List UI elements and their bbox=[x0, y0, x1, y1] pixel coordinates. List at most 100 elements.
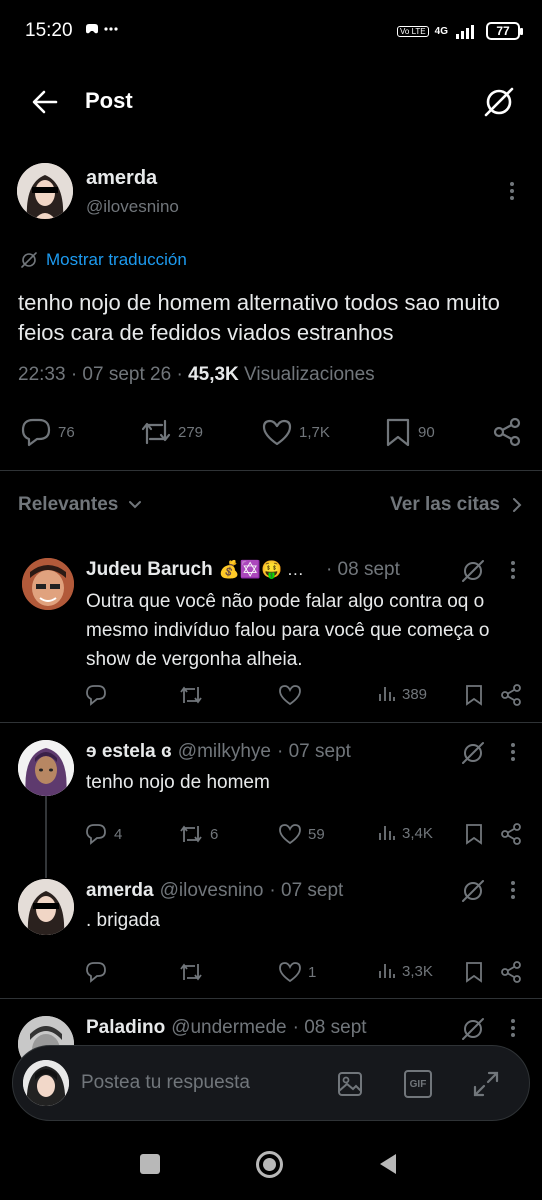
reply-avatar-3[interactable] bbox=[18, 879, 74, 935]
share-button[interactable] bbox=[492, 417, 522, 447]
system-nav-bar bbox=[0, 1130, 542, 1200]
reply-1-reply-button[interactable] bbox=[84, 683, 108, 707]
like-button[interactable]: 1,7K bbox=[261, 417, 330, 447]
reply-avatar-1[interactable] bbox=[22, 558, 74, 610]
share-icon bbox=[501, 684, 521, 706]
bookmark-icon bbox=[466, 685, 482, 706]
reply-2-like-button[interactable]: 59 bbox=[278, 822, 325, 846]
reply-1-bookmark-button[interactable] bbox=[464, 684, 484, 706]
sort-dropdown[interactable]: Relevantes bbox=[18, 494, 142, 516]
chevron-down-icon bbox=[129, 501, 142, 509]
show-translation-link[interactable]: Mostrar traducción bbox=[20, 250, 187, 270]
views-count: 3,4K bbox=[402, 824, 433, 842]
reply-2-repost-button[interactable]: 6 bbox=[178, 822, 218, 846]
reply-avatar-2[interactable] bbox=[18, 740, 74, 796]
repost-button[interactable]: 279 bbox=[140, 417, 203, 447]
add-gif-button[interactable]: GIF bbox=[404, 1070, 432, 1098]
reply-2-bookmark-button[interactable] bbox=[464, 823, 484, 845]
back-nav-button[interactable] bbox=[378, 1152, 398, 1176]
reply-icon bbox=[86, 962, 106, 983]
bookmark-count: 90 bbox=[418, 423, 435, 441]
reply-author-name[interactable]: amerda bbox=[86, 880, 154, 902]
views-icon bbox=[379, 826, 395, 840]
gamepad-icon bbox=[86, 24, 118, 34]
grok-button[interactable] bbox=[482, 85, 516, 119]
reply-3-bookmark-button[interactable] bbox=[464, 961, 484, 983]
reply-author-name[interactable]: Judeu Baruch bbox=[86, 559, 213, 581]
reply-more-button[interactable] bbox=[508, 560, 518, 582]
post-views-label[interactable]: Visualizaciones bbox=[239, 364, 375, 385]
volte-badge: Vo LTE bbox=[397, 25, 429, 37]
reply-3-reply-button[interactable] bbox=[84, 960, 108, 984]
reply-composer[interactable]: Postea tu respuesta GIF bbox=[12, 1045, 530, 1121]
divider bbox=[0, 998, 542, 999]
post-more-button[interactable] bbox=[506, 180, 518, 204]
reply-grok-button[interactable] bbox=[460, 1016, 486, 1042]
reply-input[interactable]: Postea tu respuesta bbox=[81, 1072, 250, 1094]
reply-author-handle[interactable]: @undermede bbox=[171, 1017, 286, 1039]
reply-more-button[interactable] bbox=[508, 880, 518, 902]
reply-author-name[interactable]: Paladino bbox=[86, 1017, 165, 1039]
reply-button[interactable]: 76 bbox=[20, 417, 75, 447]
reply-1-like-button[interactable] bbox=[278, 683, 302, 707]
bookmark-icon bbox=[466, 962, 482, 983]
like-count: 1,7K bbox=[299, 423, 330, 441]
status-time: 15:20 bbox=[25, 20, 73, 41]
grok-icon bbox=[462, 742, 484, 764]
bookmark-icon bbox=[386, 418, 410, 447]
post-author-avatar[interactable] bbox=[17, 163, 73, 219]
heart-icon bbox=[279, 685, 301, 706]
page-title: Post bbox=[85, 88, 133, 113]
reply-text: . brigada bbox=[86, 910, 160, 931]
divider bbox=[0, 722, 542, 723]
reply-more-button[interactable] bbox=[508, 1018, 518, 1040]
bookmark-button[interactable]: 90 bbox=[384, 417, 435, 447]
reply-1-share-button[interactable] bbox=[500, 684, 522, 706]
reply-3-like-button[interactable]: 1 bbox=[278, 960, 316, 984]
home-button[interactable] bbox=[256, 1151, 283, 1178]
bookmark-icon bbox=[466, 824, 482, 845]
reply-1-repost-button[interactable] bbox=[178, 683, 204, 707]
reply-time: · 08 sept bbox=[292, 1017, 367, 1038]
reply-grok-button[interactable] bbox=[460, 558, 486, 584]
view-quotes-link[interactable]: Ver las citas bbox=[390, 494, 522, 516]
repost-icon bbox=[180, 686, 202, 704]
reply-text: Outra que você não pode falar algo contr… bbox=[86, 591, 490, 670]
network-type: 4G bbox=[434, 25, 448, 37]
reply-grok-button[interactable] bbox=[460, 878, 486, 904]
expand-composer-button[interactable] bbox=[471, 1069, 501, 1099]
reply-icon bbox=[86, 824, 106, 845]
reply-1-views[interactable]: 389 bbox=[378, 685, 427, 703]
post-timestamp: 22:33 · 07 sept 26 · bbox=[18, 364, 189, 385]
views-count: 3,3K bbox=[402, 962, 433, 980]
back-button[interactable] bbox=[30, 88, 60, 116]
more-vertical-icon bbox=[511, 881, 515, 899]
recents-button[interactable] bbox=[140, 1154, 160, 1174]
post-author-handle[interactable]: @ilovesnino bbox=[86, 197, 179, 217]
share-icon bbox=[501, 823, 521, 845]
more-vertical-icon bbox=[511, 1019, 515, 1037]
image-icon bbox=[338, 1072, 362, 1096]
reply-more-button[interactable] bbox=[508, 742, 518, 764]
more-vertical-icon bbox=[510, 182, 514, 200]
reply-2-reply-button[interactable]: 4 bbox=[84, 822, 122, 846]
reply-2-share-button[interactable] bbox=[500, 823, 522, 845]
reply-3-views[interactable]: 3,3K bbox=[378, 962, 433, 980]
reply-3-share-button[interactable] bbox=[500, 961, 522, 983]
post-author-name[interactable]: amerda bbox=[86, 167, 157, 190]
reply-author-handle[interactable]: @ilovesnino bbox=[160, 880, 264, 902]
add-image-button[interactable] bbox=[336, 1070, 364, 1098]
reply-2-views[interactable]: 3,4K bbox=[378, 824, 433, 842]
battery-level: 77 bbox=[496, 24, 510, 38]
reply-text: tenho nojo de homem bbox=[86, 772, 270, 793]
reply-3-repost-button[interactable] bbox=[178, 960, 204, 984]
reply-grok-button[interactable] bbox=[460, 740, 486, 766]
like-count: 1 bbox=[308, 963, 317, 981]
home-dot bbox=[263, 1158, 276, 1171]
heart-icon bbox=[279, 824, 301, 845]
status-right: Vo LTE 4G 77 bbox=[397, 22, 523, 40]
reply-author-handle[interactable]: @milkyhye bbox=[178, 741, 271, 763]
arrow-left-icon bbox=[32, 90, 58, 114]
reply-count: 4 bbox=[114, 825, 123, 843]
reply-author-name[interactable]: ɘ estela ɞ bbox=[86, 741, 172, 763]
